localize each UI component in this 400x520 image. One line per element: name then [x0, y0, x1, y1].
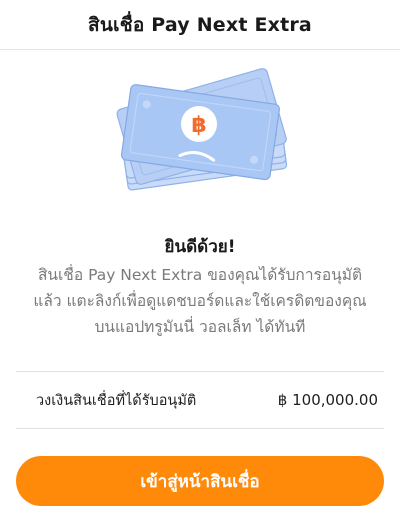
divider [16, 428, 384, 429]
approved-limit-amount: ฿ 100,000.00 [277, 391, 378, 409]
app-header: สินเชื่อ Pay Next Extra [0, 0, 400, 50]
success-headline: ยินดีด้วย! [164, 237, 236, 257]
money-stack-icon: ฿ [100, 68, 300, 193]
approved-limit-label: วงเงินสินเชื่อที่ได้รับอนุมัติ [36, 392, 197, 409]
approved-limit-row: วงเงินสินเชื่อที่ได้รับอนุมัติ ฿ 100,000… [36, 372, 378, 428]
go-to-loan-page-button[interactable]: เข้าสู่หน้าสินเชื่อ [16, 456, 384, 506]
page-title: สินเชื่อ Pay Next Extra [88, 13, 312, 36]
svg-text:฿: ฿ [191, 113, 206, 138]
success-message: สินเชื่อ Pay Next Extra ของคุณได้รับการอ… [33, 266, 367, 336]
